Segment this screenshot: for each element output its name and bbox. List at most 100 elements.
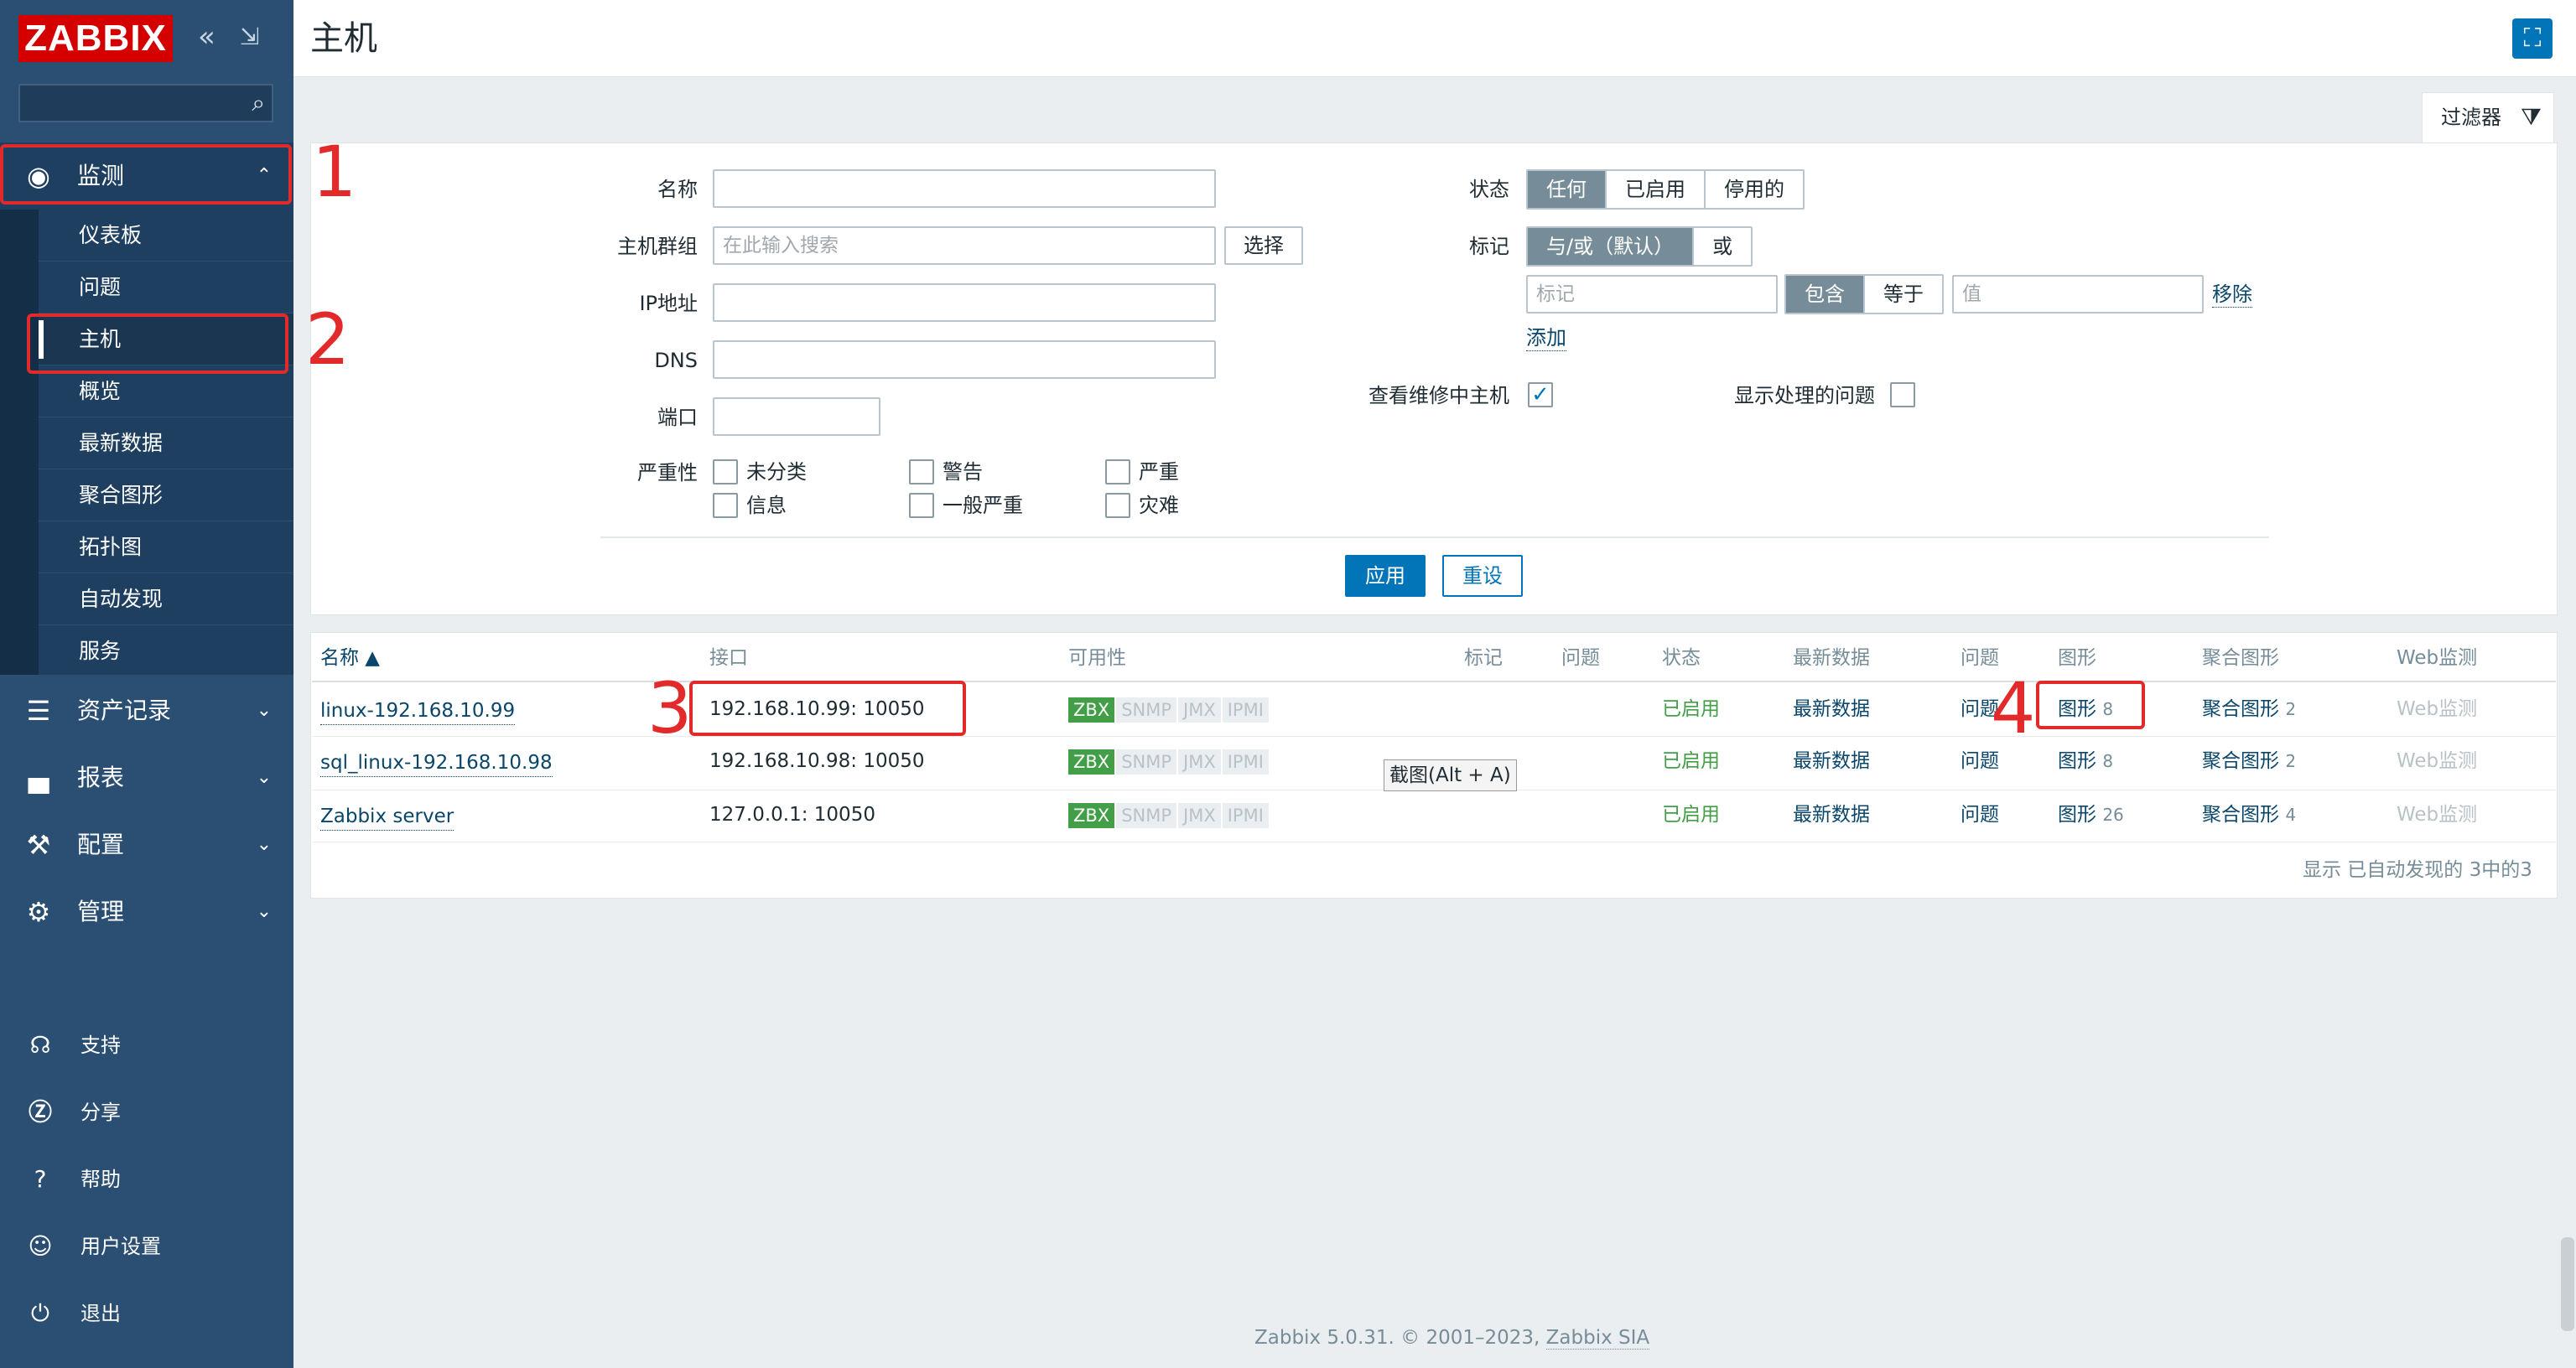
dns-input[interactable] xyxy=(713,340,1216,379)
col-name-header[interactable]: 名称 ▲ xyxy=(320,639,380,677)
select-hostgroup-button[interactable]: 选择 xyxy=(1224,226,1303,265)
tag-equals-option[interactable]: 等于 xyxy=(1865,276,1942,313)
graphs-count: 26 xyxy=(2102,805,2124,825)
search-icon[interactable]: ⌕ xyxy=(252,89,265,117)
collapse-sidebar-icon[interactable]: « xyxy=(198,18,216,55)
latest-data-link[interactable]: 最新数据 xyxy=(1793,798,1870,832)
graphs-label: 图形 xyxy=(2058,750,2096,772)
status-radio-group: 任何 已启用 停用的 xyxy=(1526,169,1805,210)
graphs-link[interactable]: 图形 8 xyxy=(2058,744,2113,778)
footer-company-link[interactable]: Zabbix SIA xyxy=(1545,1327,1650,1350)
severity-warning-label: 警告 xyxy=(943,460,983,484)
host-status-link[interactable]: 已启用 xyxy=(1662,744,1720,778)
screens-link[interactable]: 聚合图形 2 xyxy=(2202,692,2296,726)
zbx-badge: ZBX xyxy=(1068,749,1115,775)
tag-contains-option[interactable]: 包含 xyxy=(1786,276,1865,313)
submenu-maps[interactable]: 拓扑图 xyxy=(39,521,293,573)
host-name-link[interactable]: sql_linux-192.168.10.98 xyxy=(320,749,553,777)
show-suppressed-checkbox[interactable] xyxy=(1890,382,1915,407)
severity-disaster-checkbox[interactable] xyxy=(1105,493,1130,518)
problems-link[interactable]: 问题 xyxy=(1961,744,1999,778)
severity-information-checkbox[interactable] xyxy=(713,493,738,518)
fullscreen-button[interactable]: ⛶ xyxy=(2512,18,2553,59)
host-status-link[interactable]: 已启用 xyxy=(1662,798,1720,832)
screens-count: 4 xyxy=(2285,805,2297,825)
web-monitoring-link: Web监测 xyxy=(2397,750,2478,772)
ipmi-badge: IPMI xyxy=(1222,697,1269,723)
user-settings-link[interactable]: ☺ 用户设置 xyxy=(0,1217,293,1276)
remove-tag-link[interactable]: 移除 xyxy=(2212,282,2252,308)
detach-sidebar-icon[interactable]: ⇲ xyxy=(240,18,259,55)
screens-link[interactable]: 聚合图形 4 xyxy=(2202,798,2296,832)
submenu-dashboard[interactable]: 仪表板 xyxy=(39,210,293,262)
host-status-link[interactable]: 已启用 xyxy=(1662,692,1720,726)
status-enabled-option[interactable]: 已启用 xyxy=(1607,171,1706,208)
submenu-discovery[interactable]: 自动发现 xyxy=(39,573,293,625)
host-name-link[interactable]: Zabbix server xyxy=(320,803,454,831)
add-tag-link[interactable]: 添加 xyxy=(1526,325,1566,351)
web-monitoring-link: Web监测 xyxy=(2397,804,2478,826)
help-icon: ? xyxy=(34,1165,47,1193)
tag-value-input[interactable]: 值 xyxy=(1952,275,2204,314)
port-input[interactable] xyxy=(713,397,880,436)
status-label: 状态 xyxy=(1469,178,1509,201)
severity-average-checkbox[interactable] xyxy=(909,493,934,518)
submenu-problems[interactable]: 问题 xyxy=(39,262,293,314)
jmx-badge: JMX xyxy=(1178,697,1221,723)
col-status-header[interactable]: 状态 xyxy=(1662,639,1701,677)
host-name-link[interactable]: linux-192.168.10.99 xyxy=(320,697,516,725)
menu-configuration[interactable]: ⚒ 配置 ⌄ xyxy=(0,811,293,878)
severity-high-checkbox[interactable] xyxy=(1105,459,1130,484)
menu-inventory[interactable]: ☰ 资产记录 ⌄ xyxy=(0,677,293,744)
jmx-badge: JMX xyxy=(1178,749,1221,775)
severity-information-label: 信息 xyxy=(746,494,787,517)
submenu-latest-data[interactable]: 最新数据 xyxy=(39,417,293,469)
annotation-box-hosts xyxy=(27,314,288,374)
filter-tab[interactable]: 过滤器 ⧩ xyxy=(2422,92,2554,144)
tag-andor-option[interactable]: 与/或（默认） xyxy=(1528,228,1695,265)
menu-inventory-label: 资产记录 xyxy=(77,697,172,724)
hostgroup-input[interactable]: 在此输入搜索 xyxy=(713,226,1216,265)
severity-not-classified-checkbox[interactable] xyxy=(713,459,738,484)
support-link[interactable]: ☊ 支持 xyxy=(0,1016,293,1075)
apply-button[interactable]: 应用 xyxy=(1345,555,1426,597)
submenu-services[interactable]: 服务 xyxy=(39,625,293,677)
sidebar-search-input[interactable]: ⌕ xyxy=(18,84,273,122)
tag-or-option[interactable]: 或 xyxy=(1694,228,1752,265)
problems-link[interactable]: 问题 xyxy=(1961,798,1999,832)
help-link[interactable]: ? 帮助 xyxy=(0,1150,293,1209)
menu-administration[interactable]: ⚙ 管理 ⌄ xyxy=(0,878,293,946)
user-icon: ☺ xyxy=(28,1232,53,1260)
sidebar: ZABBIX « ⇲ ⌕ ◉ 监测 ⌃ 仪表板 问题 主机 概览 最新数据 聚合… xyxy=(0,0,293,1368)
ip-input[interactable] xyxy=(713,283,1216,322)
show-maintenance-checkbox[interactable]: ✓ xyxy=(1528,382,1553,407)
reset-button[interactable]: 重设 xyxy=(1442,555,1523,597)
scrollbar-handle[interactable] xyxy=(2561,1237,2574,1331)
fullscreen-icon: ⛶ xyxy=(2523,23,2542,53)
logout-label: 退出 xyxy=(80,1302,121,1325)
share-link[interactable]: Ⓩ 分享 xyxy=(0,1083,293,1142)
graphs-link[interactable]: 图形 26 xyxy=(2058,798,2124,832)
wrench-icon: ⚒ xyxy=(26,829,51,861)
latest-data-link[interactable]: 最新数据 xyxy=(1793,692,1870,726)
status-any-option[interactable]: 任何 xyxy=(1528,171,1607,208)
zabbix-logo[interactable]: ZABBIX xyxy=(18,15,173,62)
headset-icon: ☊ xyxy=(29,1031,51,1059)
page-footer: Zabbix 5.0.31. © 2001–2023, Zabbix SIA xyxy=(1254,1324,1650,1351)
latest-data-link[interactable]: 最新数据 xyxy=(1793,744,1870,778)
severity-label: 严重性 xyxy=(637,461,698,484)
screens-link[interactable]: 聚合图形 2 xyxy=(2202,744,2296,778)
logout-link[interactable]: ⏻ 退出 xyxy=(0,1284,293,1343)
menu-reports[interactable]: ▄ 报表 ⌄ xyxy=(0,744,293,811)
col-interface-header: 接口 xyxy=(709,647,748,669)
graphs-label: 图形 xyxy=(2058,804,2096,826)
severity-warning-checkbox[interactable] xyxy=(909,459,934,484)
status-disabled-option[interactable]: 停用的 xyxy=(1706,171,1803,208)
tag-name-input[interactable]: 标记 xyxy=(1526,275,1778,314)
menu-administration-label: 管理 xyxy=(77,898,125,925)
screens-label: 聚合图形 xyxy=(2202,750,2279,772)
col-availability-header: 可用性 xyxy=(1068,647,1126,669)
name-input[interactable] xyxy=(713,169,1216,208)
screens-count: 2 xyxy=(2285,751,2297,771)
submenu-screens[interactable]: 聚合图形 xyxy=(39,469,293,521)
